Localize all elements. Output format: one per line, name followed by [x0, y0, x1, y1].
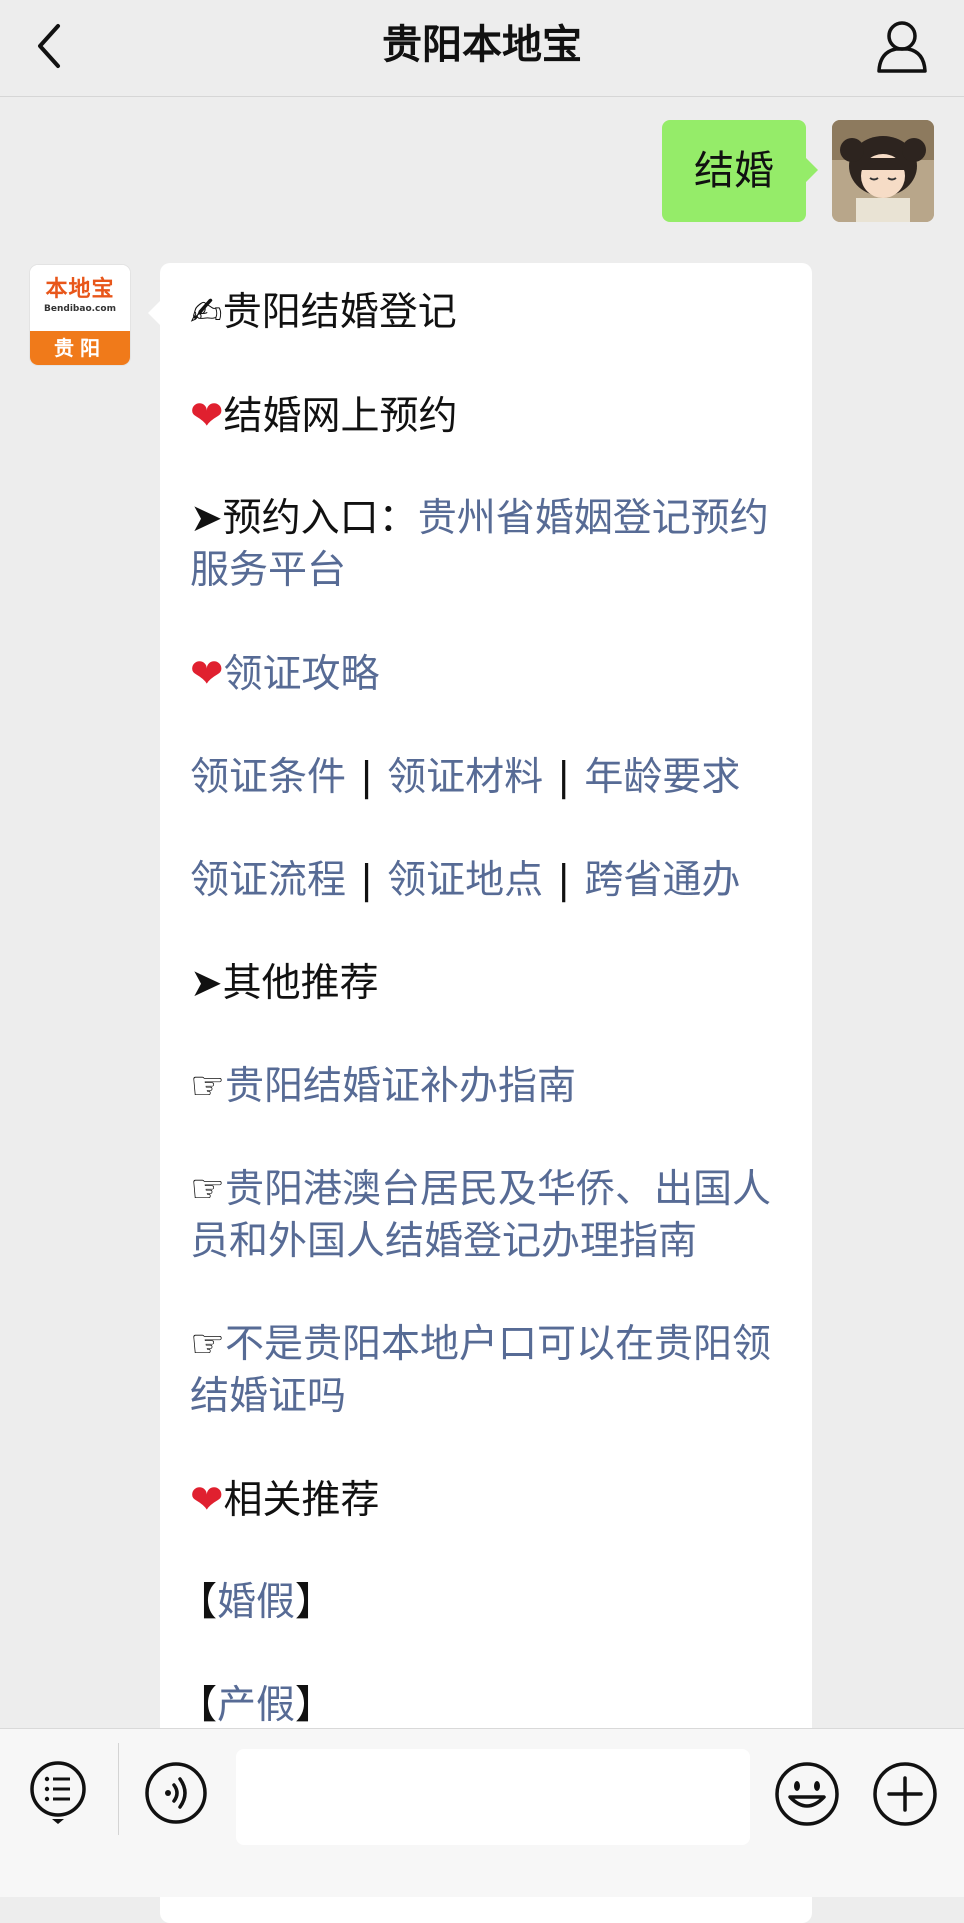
logo-city: 贵阳: [30, 331, 130, 365]
emoji-button[interactable]: [774, 1761, 840, 1827]
bracket-open: 【: [178, 1580, 218, 1625]
message-title-line: ✍贵阳结婚登记: [190, 287, 790, 339]
guide-links-row-1: 领证条件 | 领证材料 | 年龄要求: [190, 752, 790, 804]
section-related: ❤相关推荐: [190, 1474, 790, 1527]
message-input[interactable]: [236, 1749, 750, 1845]
heart-icon: ❤: [190, 1477, 224, 1523]
link-separator: |: [557, 755, 571, 800]
bendibao-logo: 本地宝 Bendibao.com: [30, 265, 130, 331]
logo-domain: Bendibao.com: [44, 304, 116, 314]
link-age-requirement[interactable]: 年龄要求: [584, 755, 740, 800]
top-nav-bar: 贵阳本地宝: [0, 0, 964, 97]
user-avatar[interactable]: [832, 120, 934, 222]
related-item: 【产假】: [178, 1680, 778, 1732]
outgoing-message-bubble[interactable]: 结婚: [662, 120, 818, 222]
heart-icon: ❤: [190, 651, 224, 697]
outgoing-message-row: 结婚: [0, 120, 964, 224]
bar-divider: [118, 1743, 119, 1835]
link-separator: |: [360, 858, 374, 903]
user-avatar-image: [832, 120, 934, 222]
related-link-maternity-leave[interactable]: 产假: [217, 1683, 295, 1728]
link-materials[interactable]: 领证材料: [387, 755, 543, 800]
link-separator: |: [557, 858, 571, 903]
list-menu-icon: [30, 1761, 86, 1824]
profile-button[interactable]: [874, 16, 930, 76]
recommendation-item: ☞贵阳结婚证补办指南: [190, 1061, 790, 1113]
pointing-hand-icon: ☞: [190, 1167, 225, 1212]
link-process[interactable]: 领证流程: [190, 858, 346, 903]
booking-entry: ➤预约入口：贵州省婚姻登记预约服务平台: [190, 493, 790, 597]
recommendation-item: ☞贵阳港澳台居民及华侨、出国人员和外国人结婚登记办理指南: [190, 1164, 790, 1268]
related-item: 【婚假】: [178, 1577, 778, 1629]
more-button[interactable]: [872, 1761, 938, 1827]
pointing-hand-icon: ☞: [190, 1322, 225, 1367]
recommendation-link-nonlocal[interactable]: 不是贵阳本地户口可以在贵阳领结婚证吗: [190, 1322, 771, 1419]
voice-button[interactable]: [144, 1761, 208, 1825]
section-license-guide: ❤领证攻略: [190, 648, 790, 701]
plus-icon: [873, 1762, 937, 1826]
message-title: 贵阳结婚登记: [222, 290, 457, 335]
license-guide-link[interactable]: 领证攻略: [224, 652, 380, 697]
logo-name: 本地宝: [45, 277, 115, 302]
guide-links-row-2: 领证流程 | 领证地点 | 跨省通办: [190, 855, 790, 907]
related-link-marriage-leave[interactable]: 婚假: [217, 1580, 295, 1625]
incoming-message-bubble: ✍贵阳结婚登记 ❤结婚网上预约 ➤预约入口：贵州省婚姻登记预约服务平台 ❤领证攻…: [148, 263, 812, 1923]
heart-icon: ❤: [190, 393, 224, 439]
section-heading: 结婚网上预约: [223, 394, 458, 439]
other-recommendations-heading: ➤其他推荐: [190, 961, 379, 1006]
bendibao-avatar[interactable]: 本地宝 Bendibao.com 贵阳: [30, 265, 130, 365]
recommendation-link-reissue[interactable]: 贵阳结婚证补办指南: [225, 1064, 576, 1109]
voice-icon: [145, 1762, 207, 1824]
recommendation-item: ☞不是贵阳本地户口可以在贵阳领结婚证吗: [190, 1319, 790, 1423]
section-online-booking: ❤结婚网上预约: [190, 390, 790, 443]
link-conditions[interactable]: 领证条件: [190, 755, 346, 800]
link-separator: |: [360, 755, 374, 800]
page-title: 贵阳本地宝: [382, 22, 582, 68]
bracket-open: 【: [178, 1683, 218, 1728]
entry-label: ➤预约入口：: [190, 496, 418, 541]
person-icon: [877, 21, 927, 73]
section-heading: 相关推荐: [223, 1478, 380, 1523]
link-locations[interactable]: 领证地点: [387, 858, 543, 903]
menu-button[interactable]: [28, 1759, 88, 1825]
writing-hand-icon: ✍: [190, 290, 223, 335]
bracket-close: 】: [295, 1580, 335, 1625]
chat-input-bar: [0, 1728, 964, 1897]
recommendation-link-overseas[interactable]: 贵阳港澳台居民及华侨、出国人员和外国人结婚登记办理指南: [190, 1167, 771, 1264]
pointing-hand-icon: ☞: [190, 1064, 225, 1109]
bracket-close: 】: [295, 1683, 335, 1728]
link-cross-province[interactable]: 跨省通办: [584, 858, 740, 903]
emoji-icon: [775, 1762, 839, 1826]
